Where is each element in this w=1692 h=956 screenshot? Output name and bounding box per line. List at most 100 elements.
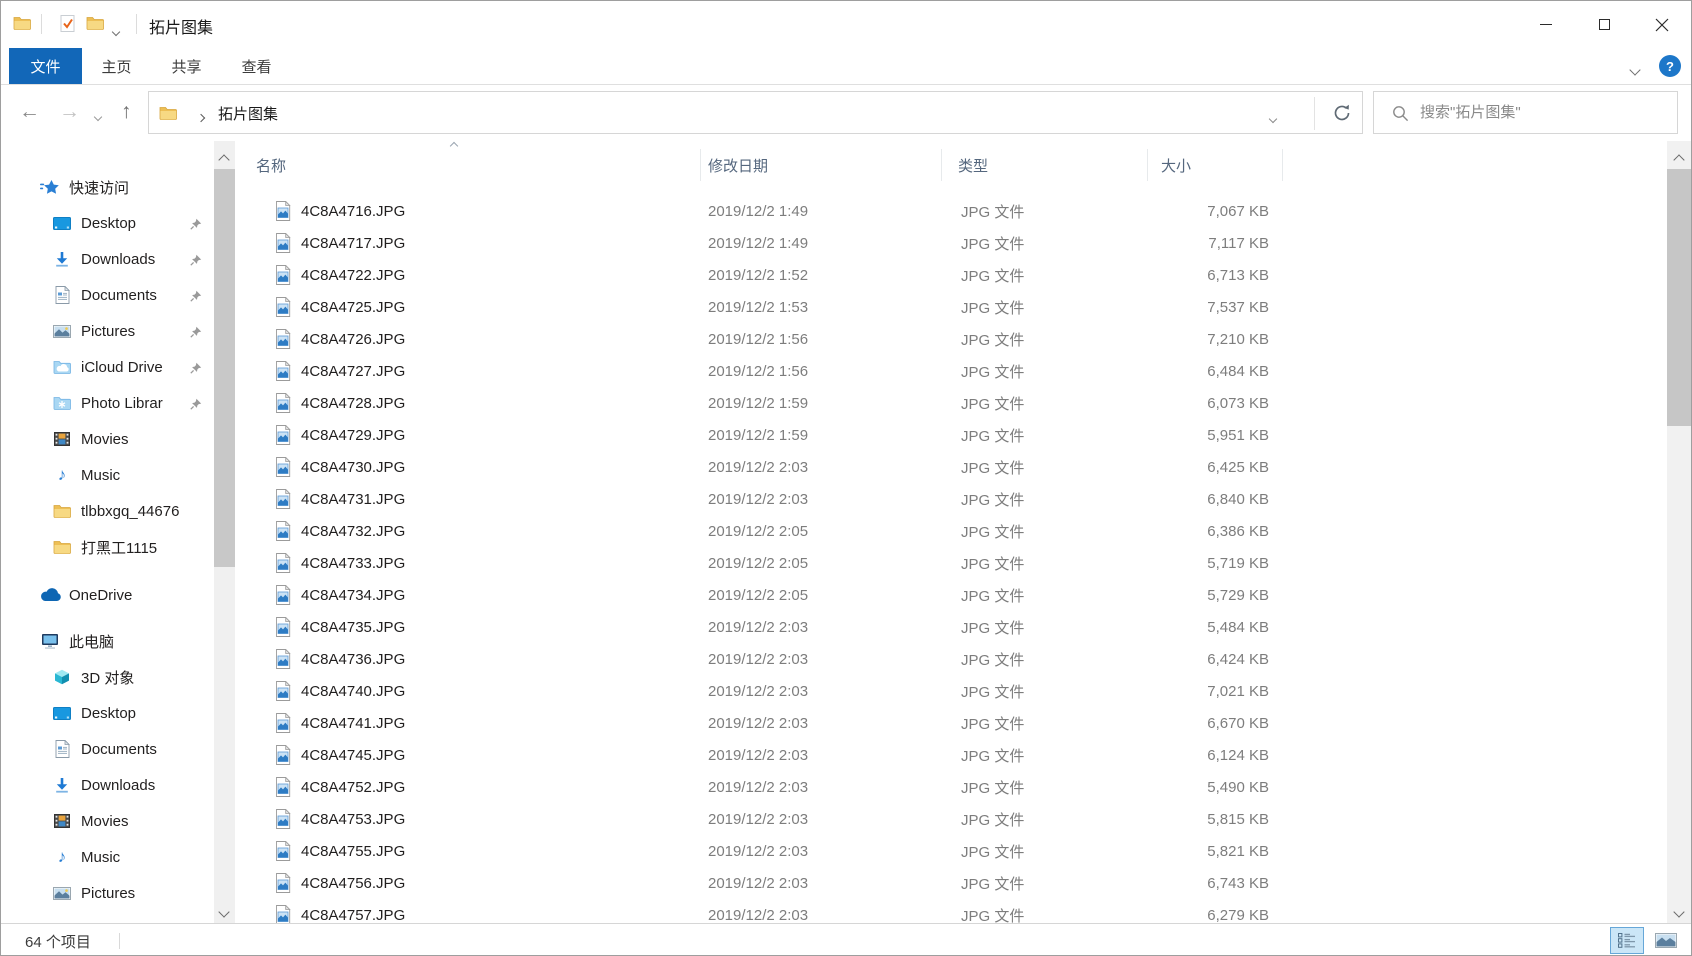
file-row-4C8A4753.JPG[interactable]: 4C8A4753.JPG 2019/12/2 2:03 JPG 文件 5,815 KB bbox=[241, 803, 1283, 835]
sidebar-scrollbar[interactable] bbox=[214, 141, 235, 923]
file-row-4C8A4726.JPG[interactable]: 4C8A4726.JPG 2019/12/2 1:56 JPG 文件 7,210 KB bbox=[241, 323, 1283, 355]
file-name: 4C8A4731.JPG bbox=[301, 490, 406, 508]
sidebar-item-Music[interactable]: ♪ Music bbox=[1, 457, 214, 493]
sidebar-item-label: Desktop bbox=[81, 704, 137, 722]
file-row-4C8A4736.JPG[interactable]: 4C8A4736.JPG 2019/12/2 2:03 JPG 文件 6,424 KB bbox=[241, 643, 1283, 675]
sidebar-item-Desktop[interactable]: Desktop bbox=[1, 205, 214, 241]
sidebar-item-Documents[interactable]: Documents bbox=[1, 731, 214, 767]
file-row-4C8A4731.JPG[interactable]: 4C8A4731.JPG 2019/12/2 2:03 JPG 文件 6,840 KB bbox=[241, 483, 1283, 515]
file-name: 4C8A4717.JPG bbox=[301, 234, 406, 252]
file-row-4C8A4752.JPG[interactable]: 4C8A4752.JPG 2019/12/2 2:03 JPG 文件 5,490 KB bbox=[241, 771, 1283, 803]
file-row-4C8A4745.JPG[interactable]: 4C8A4745.JPG 2019/12/2 2:03 JPG 文件 6,124 KB bbox=[241, 739, 1283, 771]
music-icon: ♪ bbox=[57, 465, 67, 484]
tab-file[interactable]: 文件 bbox=[9, 48, 82, 84]
file-row-4C8A4722.JPG[interactable]: 4C8A4722.JPG 2019/12/2 1:52 JPG 文件 6,713 KB bbox=[241, 259, 1283, 291]
up-button[interactable]: ↑ bbox=[121, 99, 132, 125]
file-list-scrollbar-thumb[interactable] bbox=[1667, 169, 1691, 426]
sidebar-item-Desktop[interactable]: Desktop bbox=[1, 695, 214, 731]
recent-locations-dropdown[interactable] bbox=[93, 107, 103, 124]
sidebar-item-label: 此电脑 bbox=[69, 633, 115, 651]
sidebar-item-Photo Librar[interactable]: Photo Librar bbox=[1, 385, 214, 421]
sidebar-item-Music[interactable]: ♪ Music bbox=[1, 839, 214, 875]
sidebar-item-tlbbxgq_44676[interactable]: tlbbxgq_44676 bbox=[1, 493, 214, 529]
navigation-bar: ← → ↑ 拓片图集 bbox=[1, 85, 1691, 141]
file-modified-date: 2019/12/2 1:53 bbox=[708, 298, 809, 316]
sidebar-item-Documents[interactable]: Documents bbox=[1, 277, 214, 313]
scroll-down-icon[interactable] bbox=[218, 903, 230, 920]
column-header-size[interactable]: 大小 bbox=[1148, 149, 1283, 181]
sidebar-section-此电脑[interactable]: 此电脑 bbox=[1, 623, 214, 659]
ribbon-collapse-button[interactable] bbox=[1629, 61, 1641, 78]
sidebar-item-Pictures[interactable]: Pictures bbox=[1, 313, 214, 349]
sidebar-item-3D 对象[interactable]: 3D 对象 bbox=[1, 659, 214, 695]
jpg-file-icon bbox=[275, 233, 291, 253]
file-row-4C8A4717.JPG[interactable]: 4C8A4717.JPG 2019/12/2 1:49 JPG 文件 7,117 KB bbox=[241, 227, 1283, 259]
file-row-4C8A4733.JPG[interactable]: 4C8A4733.JPG 2019/12/2 2:05 JPG 文件 5,719 KB bbox=[241, 547, 1283, 579]
breadcrumb-chevron-icon[interactable] bbox=[196, 108, 206, 125]
sidebar-item-Movies[interactable]: Movies bbox=[1, 803, 214, 839]
file-row-4C8A4728.JPG[interactable]: 4C8A4728.JPG 2019/12/2 1:59 JPG 文件 6,073 KB bbox=[241, 387, 1283, 419]
file-type: JPG 文件 bbox=[961, 331, 1025, 349]
file-modified-date: 2019/12/2 2:05 bbox=[708, 554, 809, 572]
breadcrumb-folder-name[interactable]: 拓片图集 bbox=[218, 103, 278, 124]
forward-button[interactable]: → bbox=[59, 99, 80, 125]
sidebar-item-Pictures[interactable]: Pictures bbox=[1, 875, 214, 911]
file-row-4C8A4757.JPG[interactable]: 4C8A4757.JPG 2019/12/2 2:03 JPG 文件 6,279 KB bbox=[241, 899, 1283, 923]
sidebar-item-Downloads[interactable]: Downloads bbox=[1, 767, 214, 803]
file-row-4C8A4756.JPG[interactable]: 4C8A4756.JPG 2019/12/2 2:03 JPG 文件 6,743 KB bbox=[241, 867, 1283, 899]
thumbnail-view-button[interactable] bbox=[1649, 927, 1683, 954]
file-row-4C8A4741.JPG[interactable]: 4C8A4741.JPG 2019/12/2 2:03 JPG 文件 6,670 KB bbox=[241, 707, 1283, 739]
scroll-up-icon[interactable] bbox=[1673, 151, 1685, 168]
scroll-up-icon[interactable] bbox=[218, 151, 230, 168]
pin-icon bbox=[190, 289, 202, 306]
file-row-4C8A4740.JPG[interactable]: 4C8A4740.JPG 2019/12/2 2:03 JPG 文件 7,021 KB bbox=[241, 675, 1283, 707]
file-row-4C8A4732.JPG[interactable]: 4C8A4732.JPG 2019/12/2 2:05 JPG 文件 6,386 KB bbox=[241, 515, 1283, 547]
file-row-4C8A4735.JPG[interactable]: 4C8A4735.JPG 2019/12/2 2:03 JPG 文件 5,484 KB bbox=[241, 611, 1283, 643]
address-bar[interactable]: 拓片图集 bbox=[148, 91, 1363, 134]
file-row-4C8A4725.JPG[interactable]: 4C8A4725.JPG 2019/12/2 1:53 JPG 文件 7,537 KB bbox=[241, 291, 1283, 323]
qat-newfolder-button[interactable] bbox=[83, 13, 107, 37]
sidebar-scrollbar-thumb[interactable] bbox=[214, 169, 235, 567]
pictures-icon bbox=[49, 324, 75, 338]
sidebar-section-快速访问[interactable]: 快速访问 bbox=[1, 169, 214, 205]
file-size: 5,815 KB bbox=[1207, 810, 1269, 828]
maximize-button[interactable] bbox=[1575, 1, 1633, 48]
jpg-file-icon bbox=[275, 713, 291, 733]
back-button[interactable]: ← bbox=[19, 99, 40, 125]
sidebar-item-Movies[interactable]: Movies bbox=[1, 421, 214, 457]
sidebar-item-打黑工1115[interactable]: 打黑工1115 bbox=[1, 529, 214, 565]
file-row-4C8A4734.JPG[interactable]: 4C8A4734.JPG 2019/12/2 2:05 JPG 文件 5,729 KB bbox=[241, 579, 1283, 611]
refresh-button[interactable] bbox=[1332, 103, 1352, 127]
file-list-scrollbar[interactable] bbox=[1667, 141, 1691, 923]
qat-customize-dropdown[interactable] bbox=[111, 22, 121, 39]
search-input[interactable] bbox=[1420, 93, 1670, 132]
file-size: 6,743 KB bbox=[1207, 874, 1269, 892]
scroll-down-icon[interactable] bbox=[1673, 903, 1685, 920]
column-header-modified[interactable]: 修改日期 bbox=[701, 149, 942, 181]
qat-properties-button[interactable] bbox=[55, 13, 79, 37]
address-dropdown-button[interactable] bbox=[1268, 109, 1278, 126]
sidebar-item-iCloud Drive[interactable]: iCloud Drive bbox=[1, 349, 214, 385]
sidebar-item-Downloads[interactable]: Downloads bbox=[1, 241, 214, 277]
close-button[interactable] bbox=[1633, 1, 1691, 48]
file-size: 5,484 KB bbox=[1207, 618, 1269, 636]
file-modified-date: 2019/12/2 2:03 bbox=[708, 714, 809, 732]
file-row-4C8A4730.JPG[interactable]: 4C8A4730.JPG 2019/12/2 2:03 JPG 文件 6,425 KB bbox=[241, 451, 1283, 483]
column-headers: 名称 修改日期 类型 大小 bbox=[241, 141, 1669, 181]
help-button[interactable]: ? bbox=[1659, 55, 1681, 77]
tab-home[interactable]: 主页 bbox=[93, 48, 140, 84]
minimize-button[interactable] bbox=[1517, 1, 1575, 48]
file-row-4C8A4729.JPG[interactable]: 4C8A4729.JPG 2019/12/2 1:59 JPG 文件 5,951 KB bbox=[241, 419, 1283, 451]
file-row-4C8A4716.JPG[interactable]: 4C8A4716.JPG 2019/12/2 1:49 JPG 文件 7,067 KB bbox=[241, 195, 1283, 227]
column-header-type[interactable]: 类型 bbox=[942, 149, 1148, 181]
search-box[interactable] bbox=[1373, 91, 1678, 134]
column-header-name[interactable]: 名称 bbox=[241, 141, 701, 181]
file-row-4C8A4727.JPG[interactable]: 4C8A4727.JPG 2019/12/2 1:56 JPG 文件 6,484 KB bbox=[241, 355, 1283, 387]
details-view-button[interactable] bbox=[1610, 927, 1644, 954]
tab-share[interactable]: 共享 bbox=[163, 48, 210, 84]
file-row-4C8A4755.JPG[interactable]: 4C8A4755.JPG 2019/12/2 2:03 JPG 文件 5,821 KB bbox=[241, 835, 1283, 867]
sidebar-section-OneDrive[interactable]: OneDrive bbox=[1, 577, 214, 613]
file-type: JPG 文件 bbox=[961, 299, 1025, 317]
tab-view[interactable]: 查看 bbox=[233, 48, 280, 84]
chevron-down-icon bbox=[1629, 64, 1641, 76]
